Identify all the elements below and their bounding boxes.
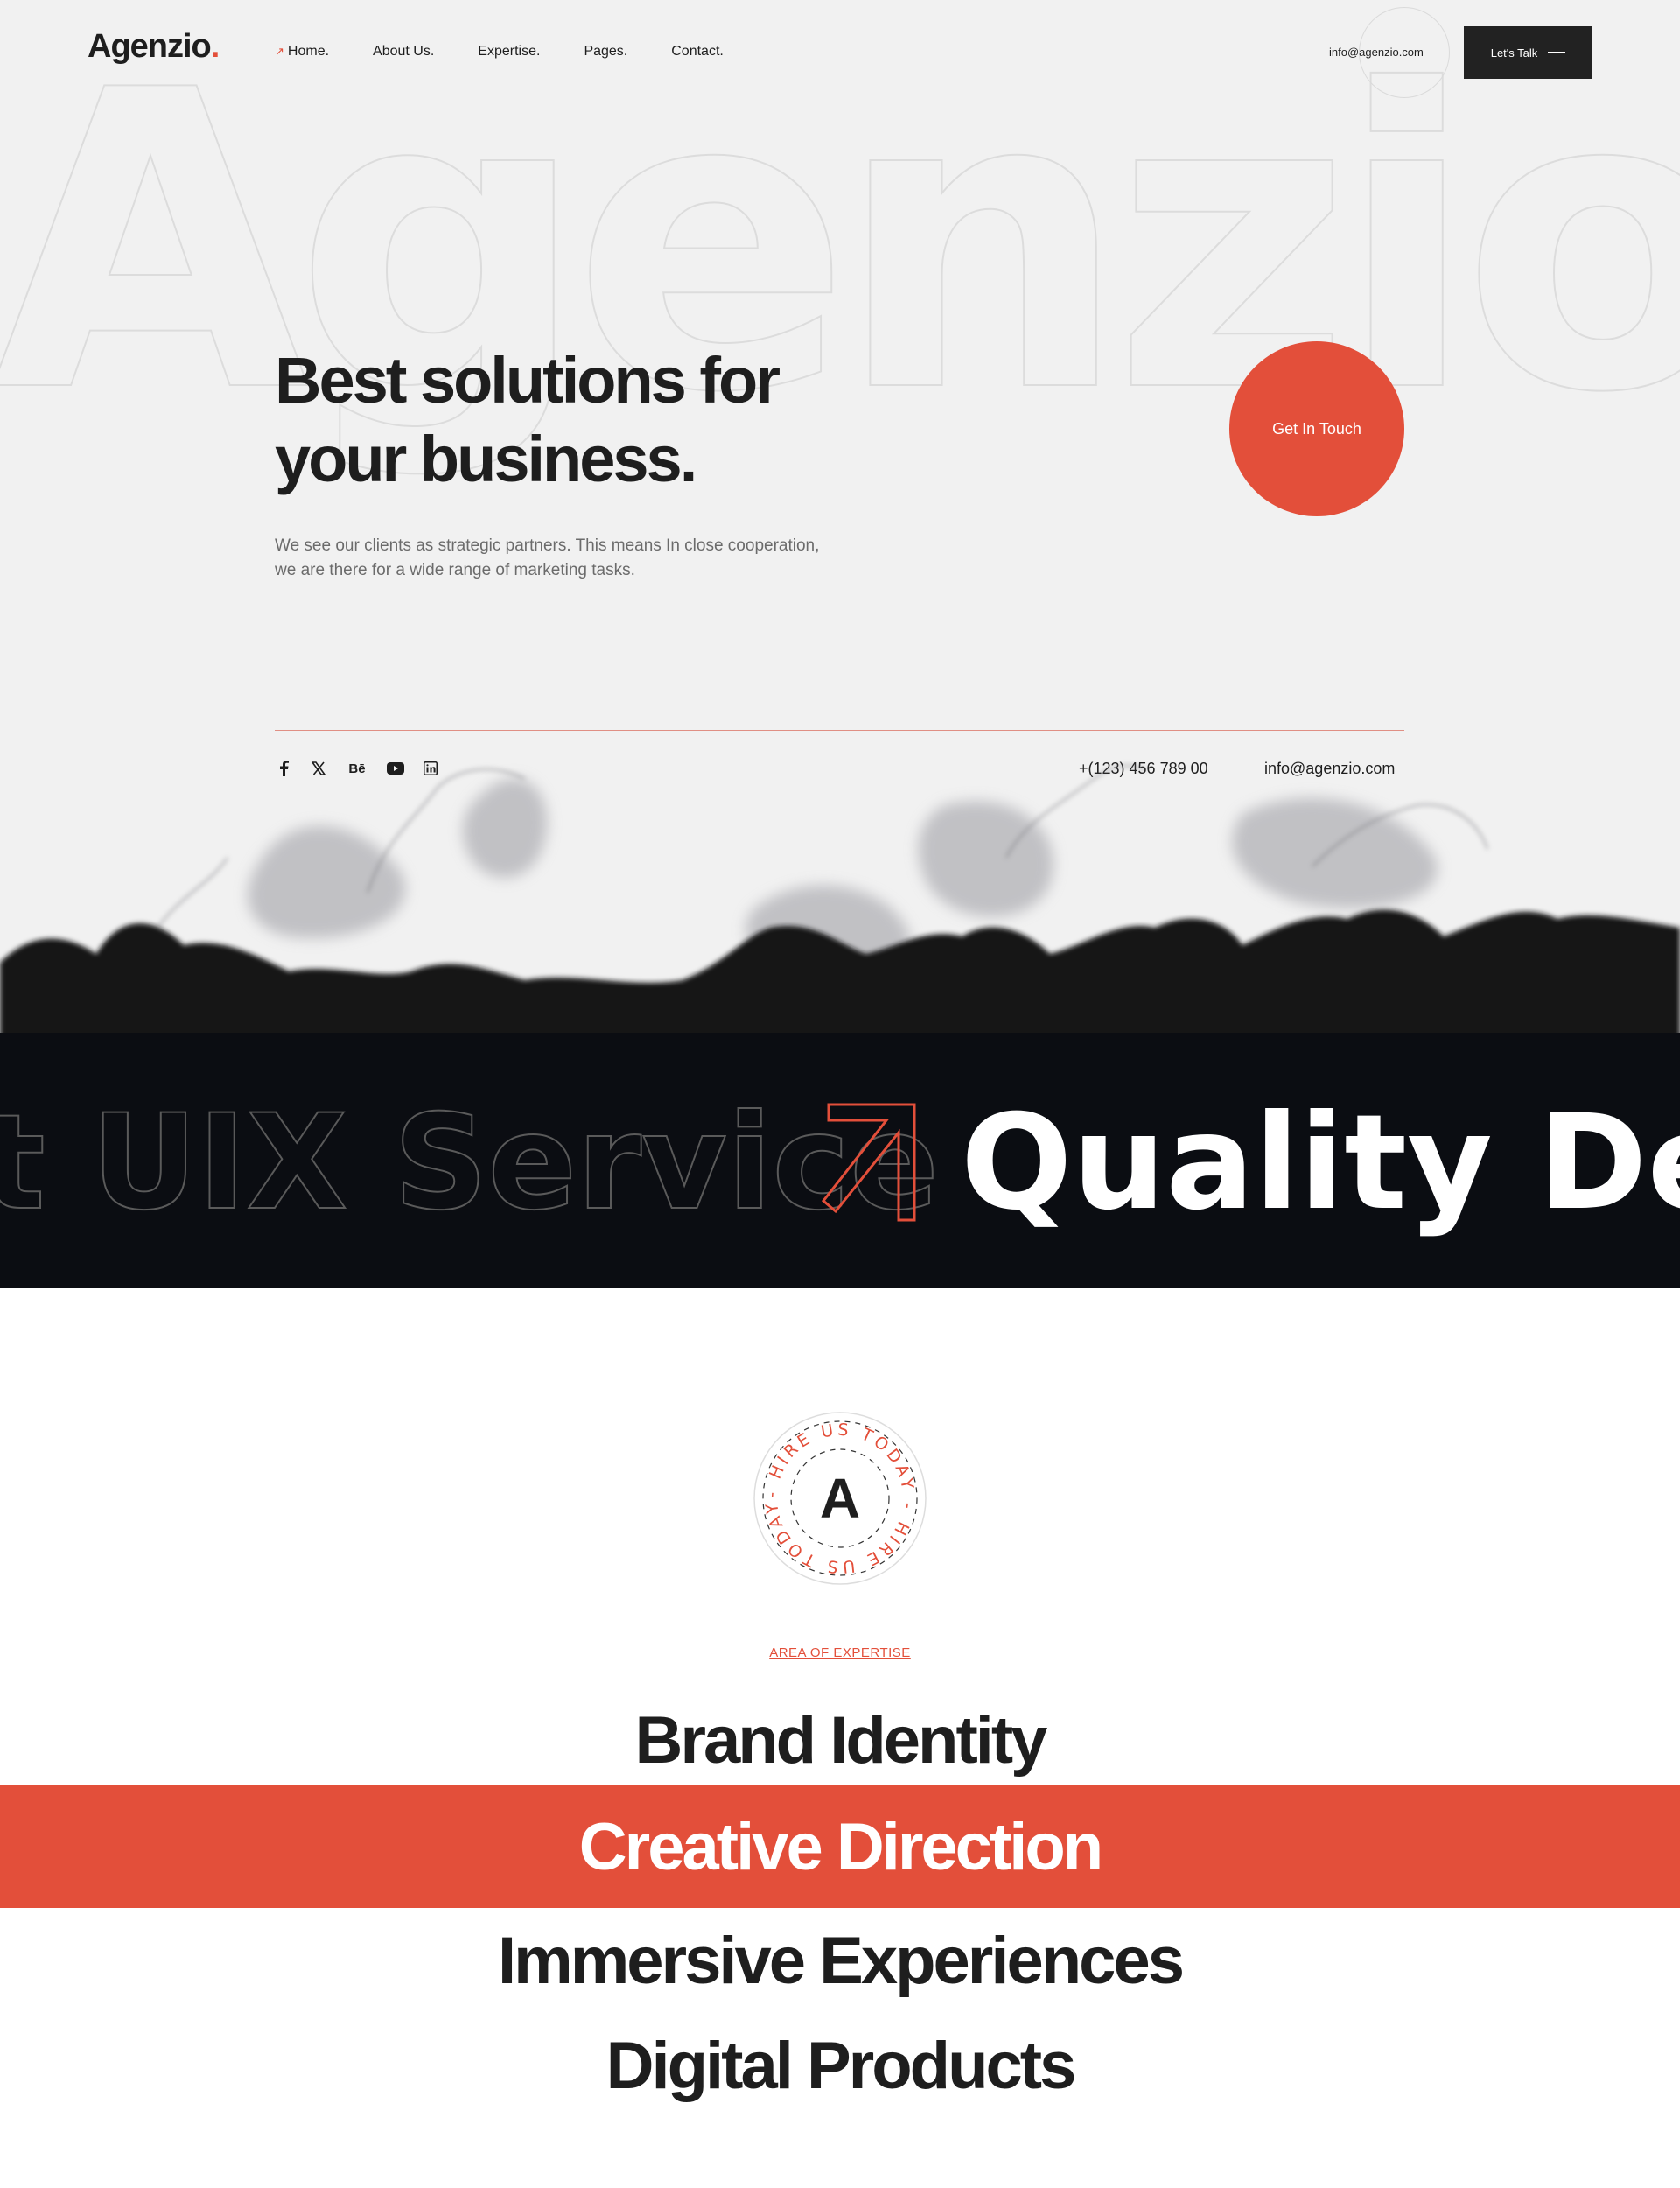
hire-us-badge[interactable]: - HIRE US TODAY - HIRE US TODAY A xyxy=(752,1411,928,1586)
hero-description: We see our clients as strategic partners… xyxy=(275,534,852,583)
hero-divider xyxy=(275,730,1404,731)
marquee-solid-text: Quality Des xyxy=(961,1087,1680,1239)
expertise-item-creative-direction[interactable]: Creative Direction xyxy=(0,1785,1680,1908)
logo[interactable]: Agenzio. xyxy=(88,28,220,66)
nav-item-pages[interactable]: Pages. xyxy=(584,44,627,60)
hero-title-line2: your business. xyxy=(275,423,697,495)
hero-title-line1: Best solutions for xyxy=(275,344,780,417)
nav-item-contact[interactable]: Contact. xyxy=(671,44,724,60)
nav-item-about[interactable]: About Us. xyxy=(373,44,434,60)
expertise-item-digital-products[interactable]: Digital Products xyxy=(0,2013,1680,2118)
expertise-item-brand-identity[interactable]: Brand Identity xyxy=(0,1698,1680,1785)
nav-item-label: Pages. xyxy=(584,44,628,59)
marquee-outline-text: t UIX Service xyxy=(0,1087,939,1239)
nav-item-label: Home. xyxy=(287,44,330,59)
expertise-item-immersive-experiences[interactable]: Immersive Experiences xyxy=(0,1908,1680,2013)
get-in-touch-button[interactable]: Get In Touch xyxy=(1229,341,1404,516)
badge-letter: A xyxy=(819,1467,861,1530)
lets-talk-label: Let's Talk xyxy=(1490,46,1538,60)
nav-item-label: Expertise. xyxy=(478,44,541,59)
nav-item-expertise[interactable]: Expertise. xyxy=(478,44,540,60)
nav-item-home[interactable]: ↗ Home. xyxy=(275,44,329,60)
nav-item-label: Contact. xyxy=(671,44,724,59)
dash-icon xyxy=(1548,52,1566,53)
area-of-expertise-label[interactable]: AREA OF EXPERTISE xyxy=(0,1645,1680,1660)
main-nav: ↗ Home. About Us. Expertise. Pages. Cont… xyxy=(275,44,767,60)
lets-talk-button[interactable]: Let's Talk xyxy=(1464,26,1592,79)
hero-description-line2: we are there for a wide range of marketi… xyxy=(275,561,635,579)
header-email-link[interactable]: info@agenzio.com xyxy=(1329,46,1424,59)
hero-title: Best solutions for your business. xyxy=(275,341,887,499)
ink-smoke-image xyxy=(0,764,1680,1050)
arrow-up-right-icon: ↗ xyxy=(275,45,284,58)
hero-section: Agenzio Agenzio. ↗ Home. About Us. Exper… xyxy=(0,0,1680,1288)
logo-dot: . xyxy=(210,28,220,65)
nav-item-label: About Us. xyxy=(373,44,435,59)
logo-text: Agenzio xyxy=(88,28,212,65)
marquee-banner: t UIX Service Quality Des xyxy=(0,1086,1680,1240)
expertise-list: Brand Identity Creative Direction Immers… xyxy=(0,1698,1680,2118)
hero-description-line1: We see our clients as strategic partners… xyxy=(275,536,820,555)
